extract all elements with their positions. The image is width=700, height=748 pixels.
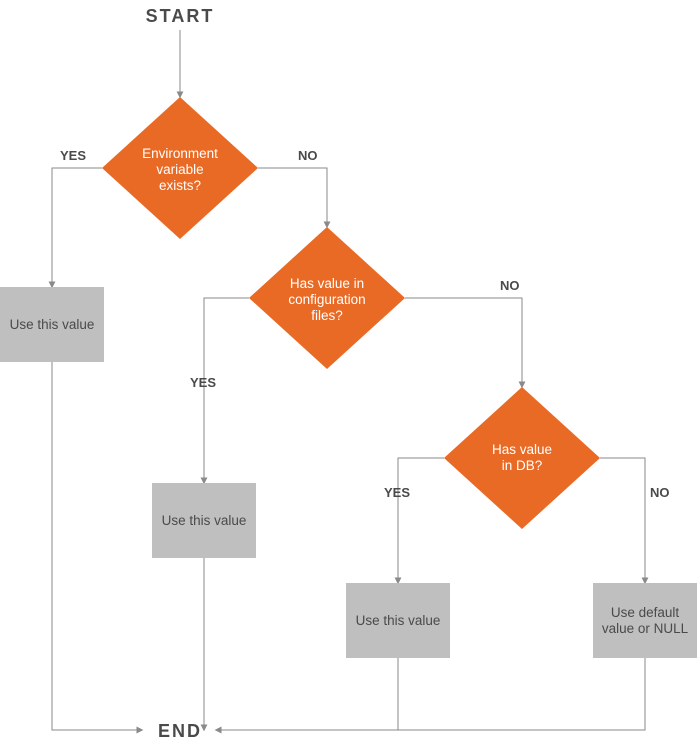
decision-text: variable — [156, 162, 203, 177]
decision-text: Has value in — [290, 276, 364, 291]
decision-text: in DB? — [502, 458, 543, 473]
edge-label-no: NO — [298, 148, 318, 163]
edge-label-yes: YES — [60, 148, 86, 163]
decision-config-files: Has value in configuration files? — [249, 227, 405, 369]
process-use-value-3: Use this value — [346, 583, 450, 658]
process-text: Use this value — [10, 317, 95, 332]
decision-text: Has value — [492, 442, 552, 457]
process-text: value or NULL — [602, 621, 689, 636]
process-text: Use this value — [162, 513, 247, 528]
process-text: Use this value — [356, 613, 441, 628]
connector — [52, 362, 142, 730]
connector — [216, 658, 645, 730]
connector — [204, 298, 249, 483]
connector — [398, 458, 444, 583]
decision-text: Environment — [142, 146, 218, 161]
connector — [600, 458, 645, 583]
decision-db: Has value in DB? — [444, 387, 600, 529]
end-terminator: END — [158, 721, 202, 741]
start-terminator: START — [146, 6, 215, 26]
decision-text: files? — [311, 308, 343, 323]
decision-text: configuration — [288, 292, 365, 307]
process-text: Use default — [611, 605, 680, 620]
connector — [216, 658, 398, 730]
edge-label-no: NO — [500, 278, 520, 293]
edge-label-no: NO — [650, 485, 670, 500]
connector — [405, 298, 522, 387]
edge-label-yes: YES — [190, 375, 216, 390]
flowchart-canvas: START Environment variable exists? YES N… — [0, 0, 700, 748]
decision-env-var: Environment variable exists? — [102, 97, 258, 239]
connector — [52, 168, 102, 287]
process-use-value-2: Use this value — [152, 483, 256, 558]
process-use-value-1: Use this value — [0, 287, 104, 362]
decision-text: exists? — [159, 178, 201, 193]
connector — [258, 168, 327, 227]
process-default-null: Use default value or NULL — [593, 583, 697, 658]
edge-label-yes: YES — [384, 485, 410, 500]
